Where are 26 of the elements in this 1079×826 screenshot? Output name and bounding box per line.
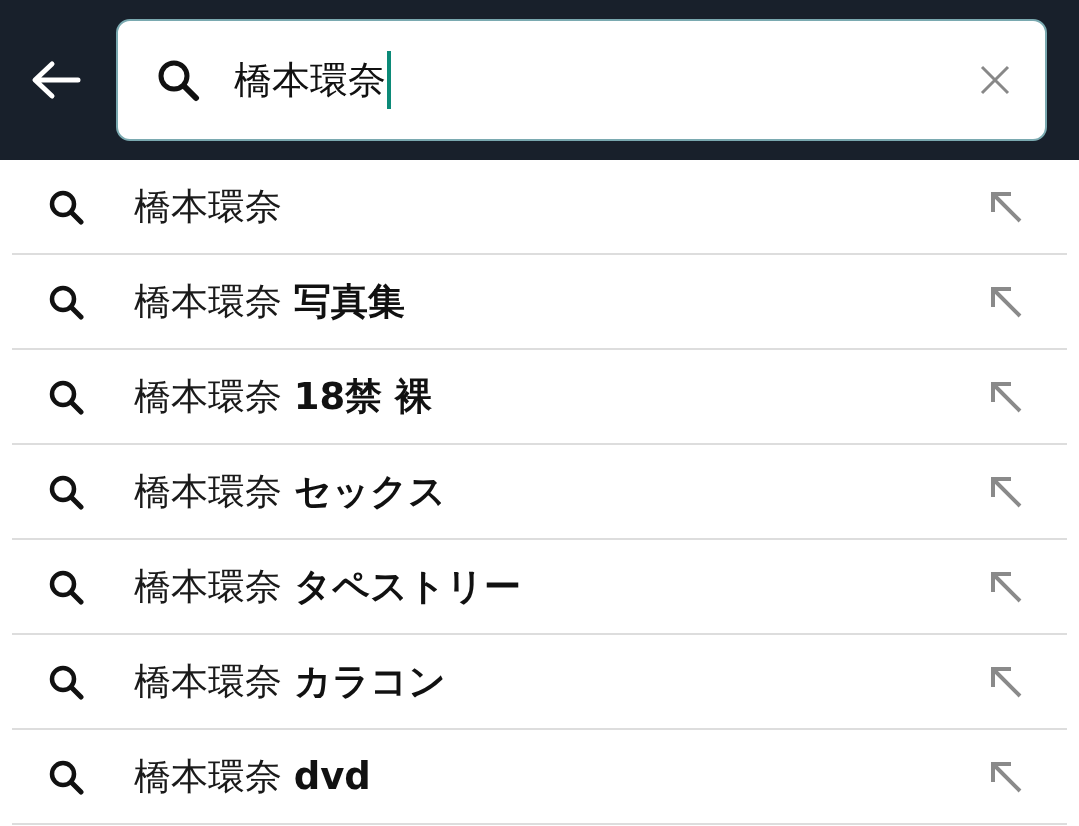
search-icon (156, 58, 200, 102)
suggestion-item[interactable]: 橋本環奈 写真集 (12, 255, 1067, 350)
suggestion-item[interactable]: 橋本環奈 18禁 裸 (12, 350, 1067, 445)
arrow-up-left-icon[interactable] (989, 474, 1023, 509)
search-icon (48, 663, 84, 700)
clear-button[interactable] (979, 64, 1011, 96)
arrow-up-left-icon[interactable] (989, 759, 1023, 794)
arrow-up-left-icon[interactable] (989, 189, 1023, 224)
arrow-up-left-icon[interactable] (989, 284, 1023, 319)
search-icon (48, 188, 84, 225)
arrow-up-left-icon[interactable] (989, 664, 1023, 699)
search-icon (48, 283, 84, 320)
search-icon (48, 378, 84, 415)
suggestion-item[interactable]: 橋本環奈 タペストリー (12, 540, 1067, 635)
search-field[interactable]: 橋本環奈 (116, 19, 1047, 141)
search-icon (48, 568, 84, 605)
suggestion-item[interactable]: 橋本環奈 カラコン (12, 635, 1067, 730)
search-icon (48, 758, 84, 795)
search-icon (48, 473, 84, 510)
text-cursor (387, 51, 391, 109)
suggestion-item[interactable]: 橋本環奈 セックス (12, 445, 1067, 540)
suggestion-item[interactable]: 橋本環奈 (12, 160, 1067, 255)
suggestion-item[interactable]: 橋本環奈 dvd (12, 730, 1067, 825)
arrow-up-left-icon[interactable] (989, 379, 1023, 414)
back-button[interactable] (30, 60, 82, 100)
arrow-up-left-icon[interactable] (989, 569, 1023, 604)
